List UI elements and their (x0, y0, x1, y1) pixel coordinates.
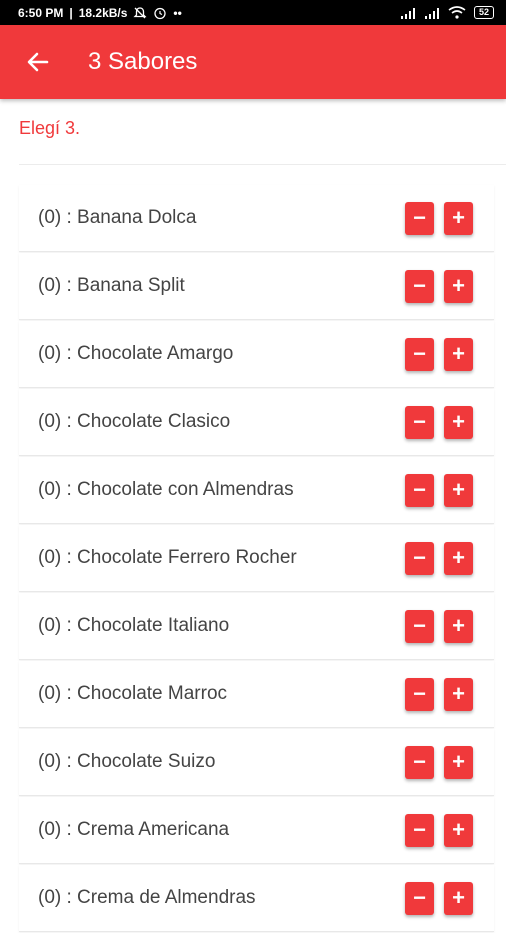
stepper: − + (405, 881, 473, 915)
arrow-left-icon (27, 52, 49, 72)
divider (19, 164, 506, 165)
separator: | (69, 5, 73, 20)
stepper: − + (405, 677, 473, 711)
plus-button[interactable]: + (444, 201, 473, 235)
stepper: − + (405, 473, 473, 507)
clock: 6:50 PM (18, 5, 64, 20)
plus-button[interactable]: + (444, 541, 473, 575)
plus-button[interactable]: + (444, 269, 473, 303)
list-item: (0) : Chocolate con Almendras − + (19, 457, 494, 524)
list-item: (0) : Chocolate Amargo − + (19, 321, 494, 388)
signal-icon-2 (424, 7, 439, 19)
minus-button[interactable]: − (405, 745, 434, 779)
list-item: (0) : Chocolate Italiano − + (19, 593, 494, 660)
plus-button[interactable]: + (444, 609, 473, 643)
flavor-list: (0) : Banana Dolca − + (0) : Banana Spli… (19, 185, 494, 933)
status-left: 6:50 PM | 18.2kB/s •• (18, 6, 182, 20)
minus-button[interactable]: − (405, 269, 434, 303)
stepper: − + (405, 745, 473, 779)
minus-button[interactable]: − (405, 677, 434, 711)
plus-button[interactable]: + (444, 677, 473, 711)
minus-button[interactable]: − (405, 201, 434, 235)
stepper: − + (405, 337, 473, 371)
more-notifications-icon: •• (173, 5, 182, 20)
flavor-label: (0) : Chocolate Clasico (38, 411, 231, 432)
page-title: 3 Sabores (88, 48, 198, 75)
minus-button[interactable]: − (405, 881, 434, 915)
stepper: − + (405, 405, 473, 439)
minus-button[interactable]: − (405, 813, 434, 847)
list-item: (0) : Chocolate Suizo − + (19, 729, 494, 796)
flavor-label: (0) : Chocolate Marroc (38, 683, 228, 704)
list-item: (0) : Chocolate Ferrero Rocher − + (19, 525, 494, 592)
wifi-icon (448, 6, 466, 19)
signal-icon (400, 7, 415, 19)
flavor-label: (0) : Chocolate Italiano (38, 615, 230, 636)
stepper: − + (405, 541, 473, 575)
minus-button[interactable]: − (405, 609, 434, 643)
list-item: (0) : Chocolate Clasico − + (19, 389, 494, 456)
status-right: 52 (400, 6, 494, 19)
list-item: (0) : Banana Split − + (19, 253, 494, 320)
plus-button[interactable]: + (444, 881, 473, 915)
stepper: − + (405, 813, 473, 847)
minus-button[interactable]: − (405, 405, 434, 439)
stepper: − + (405, 609, 473, 643)
network-speed: 18.2kB/s (78, 5, 128, 20)
stepper: − + (405, 269, 473, 303)
flavor-label: (0) : Banana Dolca (38, 207, 197, 228)
back-button[interactable] (18, 42, 58, 82)
plus-button[interactable]: + (444, 813, 473, 847)
minus-button[interactable]: − (405, 337, 434, 371)
plus-button[interactable]: + (444, 745, 473, 779)
minus-button[interactable]: − (405, 473, 434, 507)
list-item: (0) : Banana Dolca − + (19, 185, 494, 252)
flavor-label: (0) : Chocolate con Almendras (38, 479, 294, 500)
flavor-label: (0) : Crema Americana (38, 819, 230, 840)
alarm-icon (154, 7, 167, 19)
status-bar: 6:50 PM | 18.2kB/s •• 52 (0, 0, 506, 25)
app-bar: 3 Sabores (0, 25, 506, 99)
flavor-label: (0) : Banana Split (38, 275, 185, 296)
list-item: (0) : Crema de Almendras − + (19, 865, 494, 932)
minus-button[interactable]: − (405, 541, 434, 575)
list-item: (0) : Crema Americana − + (19, 797, 494, 864)
flavor-label: (0) : Crema de Almendras (38, 887, 256, 908)
instruction-text: Elegí 3. (19, 118, 81, 138)
plus-button[interactable]: + (444, 337, 473, 371)
plus-button[interactable]: + (444, 473, 473, 507)
flavor-label: (0) : Chocolate Amargo (38, 343, 234, 364)
flavor-label: (0) : Chocolate Suizo (38, 751, 216, 772)
mute-bell-icon (133, 6, 147, 18)
flavor-label: (0) : Chocolate Ferrero Rocher (38, 547, 297, 568)
stepper: − + (405, 201, 473, 235)
plus-button[interactable]: + (444, 405, 473, 439)
battery-icon: 52 (473, 6, 494, 19)
list-item: (0) : Chocolate Marroc − + (19, 661, 494, 728)
